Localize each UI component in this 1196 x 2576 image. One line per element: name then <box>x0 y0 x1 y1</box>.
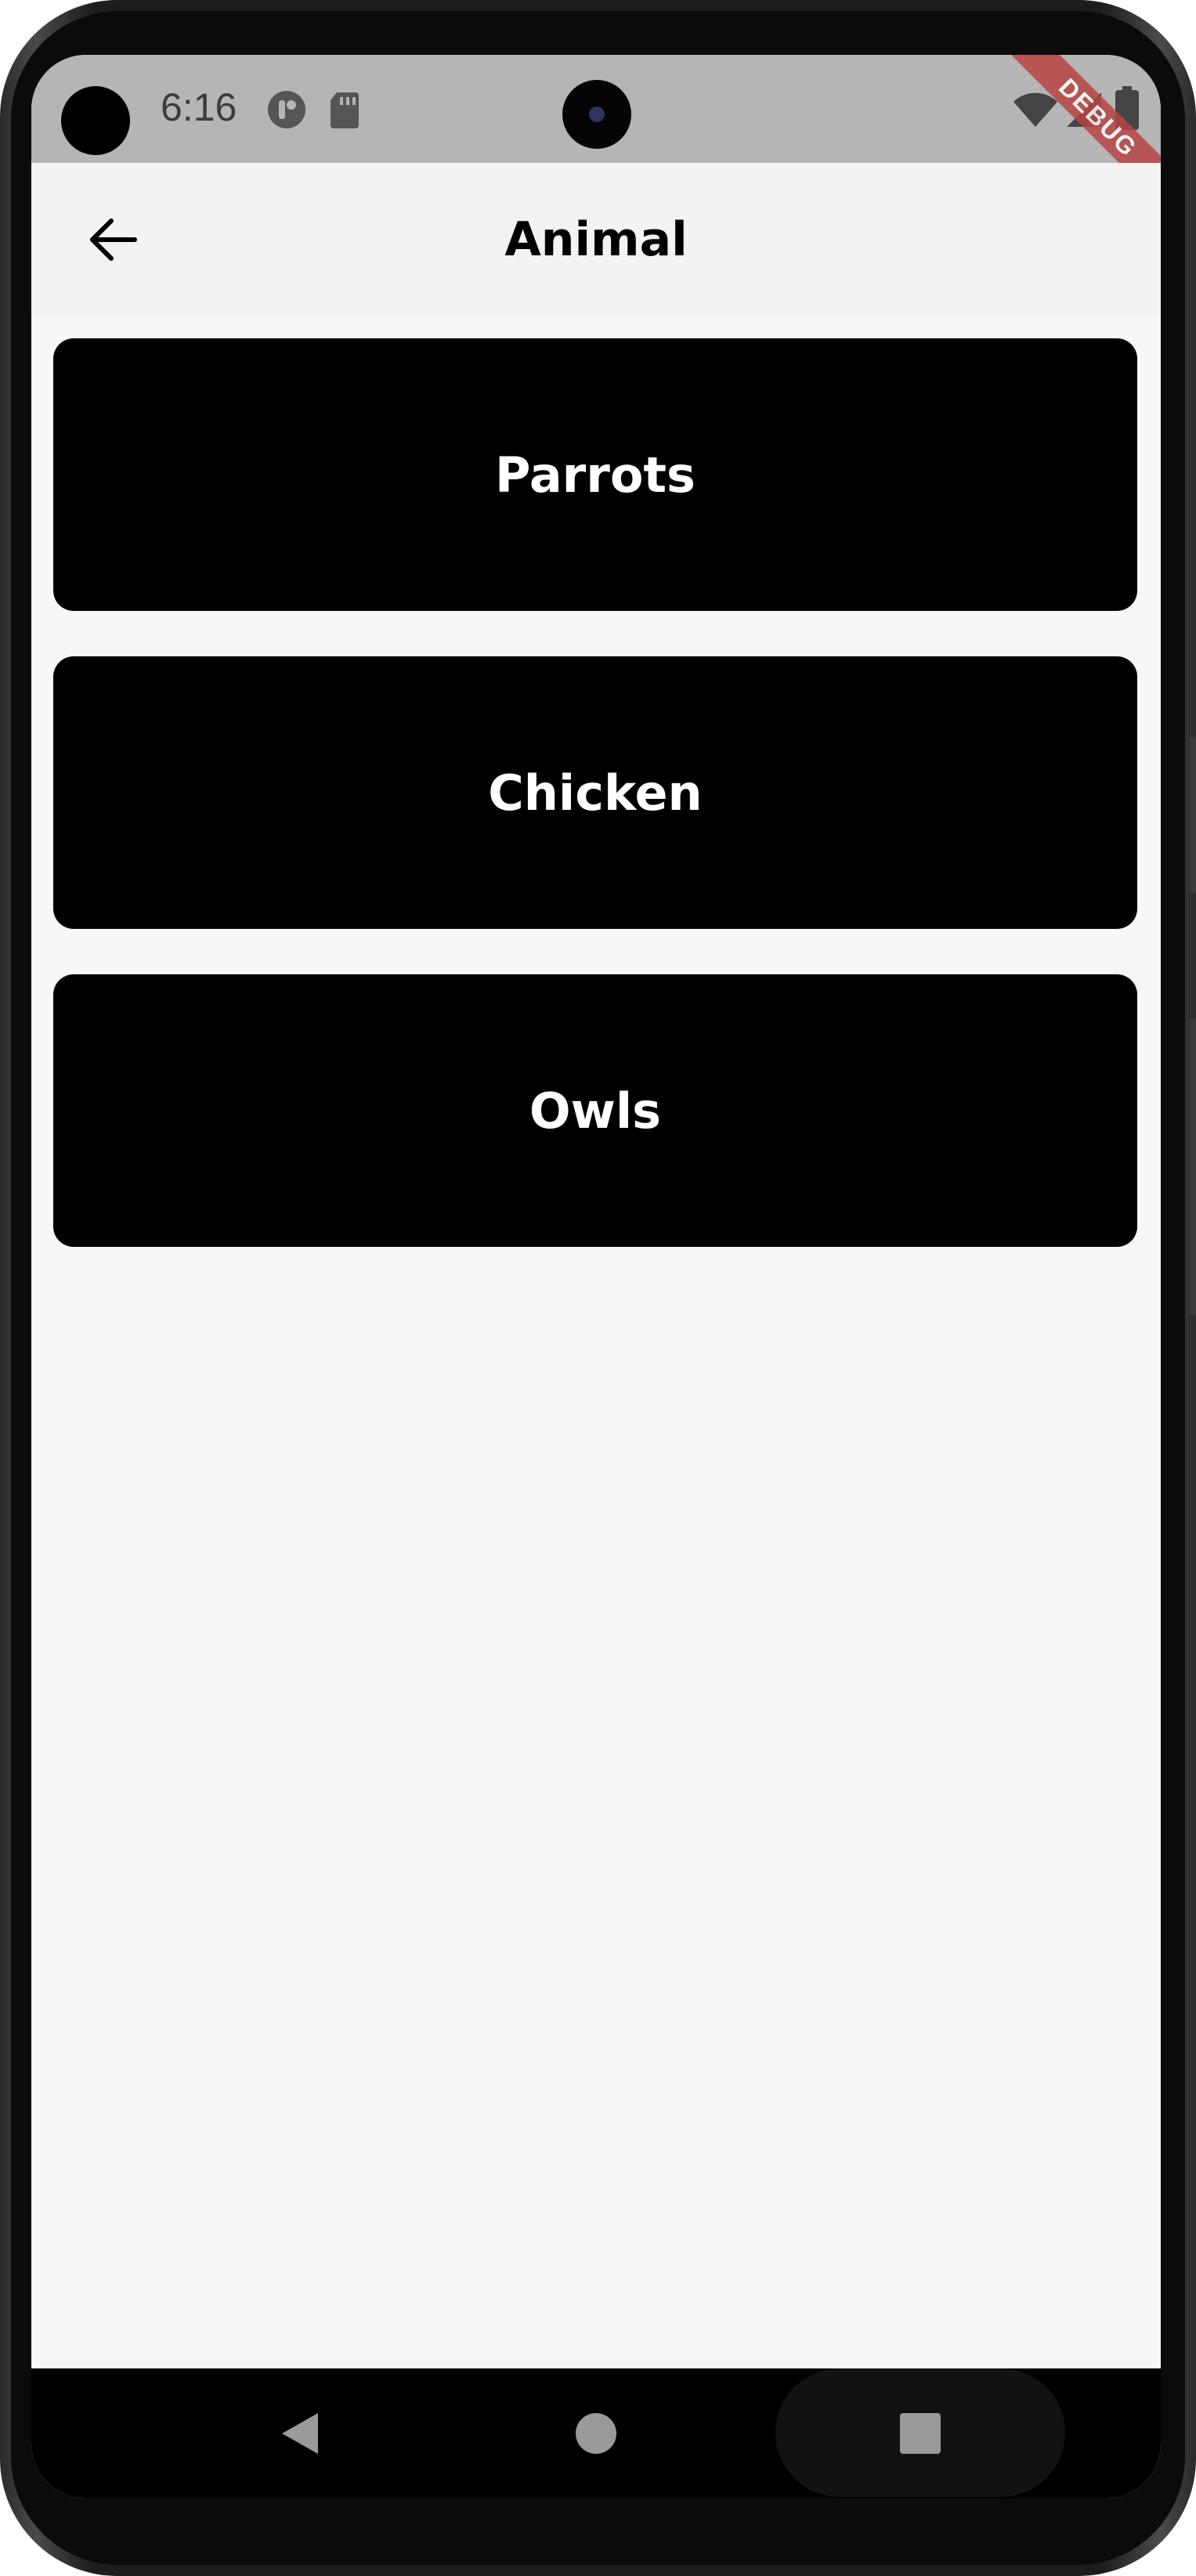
triangle-back-icon <box>282 2413 318 2454</box>
animal-card-owls[interactable]: Owls <box>53 974 1137 1247</box>
camera-cutout-center <box>562 80 631 149</box>
page-title: Animal <box>504 212 688 267</box>
circle-home-icon <box>576 2413 616 2454</box>
nav-back-button[interactable] <box>237 2368 362 2498</box>
app-bar: Animal <box>31 163 1161 316</box>
nav-home-button[interactable] <box>533 2368 659 2498</box>
status-time: 6:16 <box>161 85 237 129</box>
wifi-icon <box>1012 91 1059 132</box>
notification-app-icon <box>266 89 307 133</box>
arrow-back-icon <box>90 219 137 261</box>
animal-card-label: Parrots <box>495 446 696 504</box>
system-nav-bar <box>31 2368 1161 2498</box>
animal-list: Parrots Chicken Owls <box>53 338 1137 1292</box>
status-bar: 6:16 DEBUG <box>31 55 1161 213</box>
phone-frame: 6:16 DEBUG Animal Parrots Chicken Owls <box>0 0 1196 2576</box>
animal-card-label: Owls <box>529 1082 662 1140</box>
square-recents-icon <box>900 2413 941 2454</box>
back-button[interactable] <box>70 197 155 282</box>
sd-card-icon <box>329 89 360 133</box>
animal-card-label: Chicken <box>488 764 703 822</box>
volume-button <box>1190 736 1196 893</box>
power-button <box>1190 1018 1196 1316</box>
nav-recents-button[interactable] <box>858 2368 983 2498</box>
camera-cutout-left <box>61 86 130 155</box>
phone-screen: 6:16 DEBUG Animal Parrots Chicken Owls <box>31 55 1161 2498</box>
animal-card-parrots[interactable]: Parrots <box>53 338 1137 611</box>
animal-card-chicken[interactable]: Chicken <box>53 656 1137 929</box>
